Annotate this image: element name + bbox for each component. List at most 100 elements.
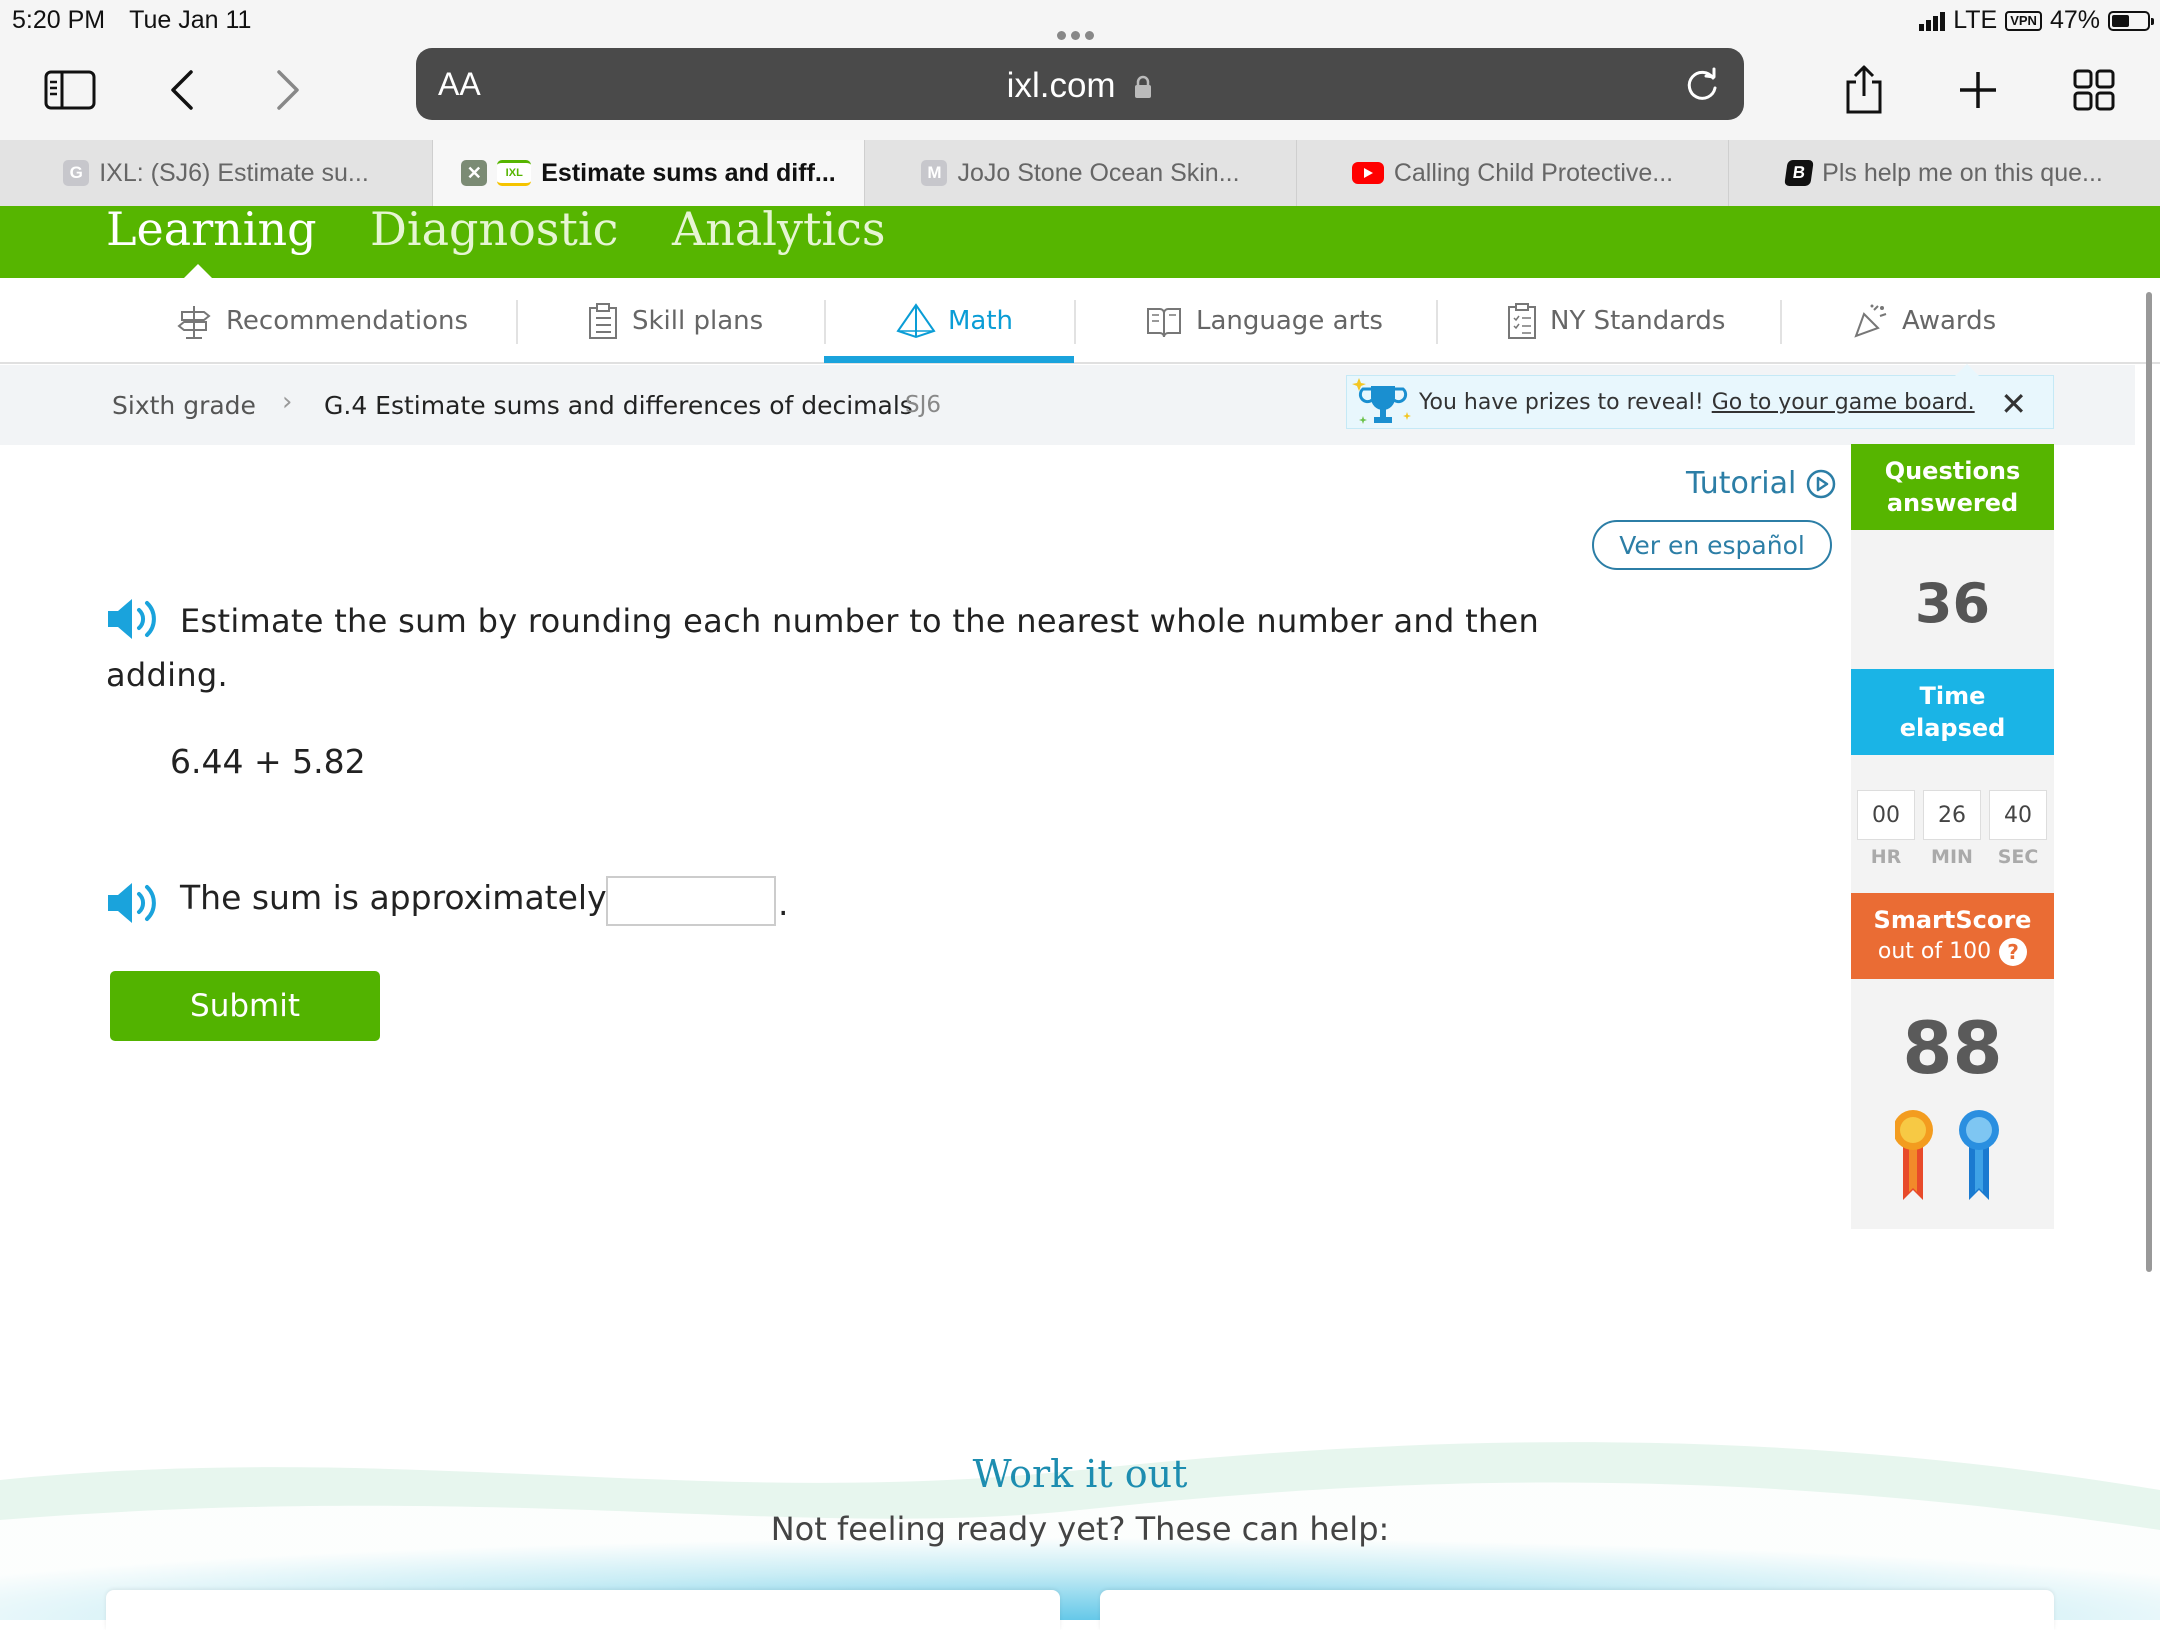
smartscore-header: SmartScore out of 100? bbox=[1851, 893, 2054, 979]
questions-answered-header: Questions answered bbox=[1851, 444, 2054, 530]
new-tab-icon[interactable] bbox=[1948, 60, 2008, 120]
tutorial-link[interactable]: Tutorial bbox=[1686, 466, 1836, 501]
browser-tab-ixl-estimate[interactable]: G IXL: (SJ6) Estimate su... bbox=[0, 140, 432, 206]
help-card-right[interactable] bbox=[1100, 1590, 2054, 1630]
trophy-icon bbox=[1352, 378, 1411, 424]
seconds-label: SEC bbox=[1997, 846, 2039, 868]
time-label: Time bbox=[1919, 682, 1986, 710]
page-scrollbar[interactable] bbox=[2146, 292, 2152, 1272]
tab-divider bbox=[516, 300, 518, 344]
ixl-favicon-icon: IXL bbox=[497, 160, 532, 186]
answer-input[interactable] bbox=[606, 876, 776, 926]
m-favicon-icon: M bbox=[921, 160, 948, 186]
spanish-button[interactable]: Ver en español bbox=[1592, 520, 1832, 570]
reload-icon[interactable] bbox=[1682, 64, 1722, 104]
skill-code: SJ6 bbox=[905, 392, 942, 418]
nav-learning[interactable]: Learning bbox=[106, 206, 317, 252]
game-board-link[interactable]: Go to your game board. bbox=[1712, 390, 1975, 415]
tab-overview-icon[interactable] bbox=[2064, 60, 2124, 120]
stats-sidebar: Questions answered 36 Time elapsed 00 26… bbox=[1851, 444, 2054, 1229]
google-favicon-icon: G bbox=[63, 160, 90, 186]
forward-icon[interactable] bbox=[258, 60, 318, 120]
questions-label: Questions bbox=[1884, 457, 2021, 485]
signpost-icon bbox=[177, 306, 211, 339]
answer-label: The sum is approximately bbox=[180, 878, 607, 917]
work-it-out-subtitle: Not feeling ready yet? These can help: bbox=[770, 1510, 1390, 1548]
close-tab-icon[interactable]: ✕ bbox=[461, 160, 488, 186]
battery-icon bbox=[2108, 10, 2154, 31]
questions-answered-value: 36 bbox=[1914, 572, 1991, 635]
lock-icon bbox=[1135, 75, 1152, 98]
time-hours: 00 bbox=[1857, 790, 1915, 840]
browser-tab-label: Calling Child Protective... bbox=[1393, 158, 1674, 187]
help-card-left[interactable] bbox=[106, 1590, 1060, 1630]
answer-period: . bbox=[778, 884, 789, 923]
tab-language-arts[interactable]: Language arts bbox=[1144, 278, 1383, 364]
tab-divider bbox=[1780, 300, 1782, 344]
url-text: ixl.com bbox=[1006, 66, 1116, 105]
answered-label: answered bbox=[1886, 489, 2019, 517]
speaker-icon[interactable] bbox=[106, 880, 162, 926]
smartscore-value: 88 bbox=[1902, 1006, 2003, 1090]
tab-awards[interactable]: Awards bbox=[1852, 278, 1996, 364]
browser-tab-label: JoJo Stone Ocean Skin... bbox=[957, 158, 1240, 187]
browser-tab-youtube[interactable]: Calling Child Protective... bbox=[1296, 140, 1728, 206]
tab-label: Skill plans bbox=[632, 306, 764, 336]
tab-skill-plans[interactable]: Skill plans bbox=[586, 278, 763, 364]
tab-label: Awards bbox=[1902, 306, 1997, 336]
tutorial-label: Tutorial bbox=[1686, 466, 1797, 501]
signal-icon bbox=[1919, 11, 1946, 31]
tab-recommendations[interactable]: Recommendations bbox=[176, 278, 468, 364]
status-bar: 5:20 PM Tue Jan 11 LTE VPN 47% bbox=[0, 0, 2160, 40]
elapsed-label: elapsed bbox=[1899, 714, 2006, 742]
browser-toolbar: AA ixl.com bbox=[0, 40, 2160, 140]
help-icon[interactable]: ? bbox=[1999, 938, 2028, 966]
tab-label: Recommendations bbox=[226, 306, 469, 336]
ixl-main-nav: Learning Diagnostic Analytics bbox=[0, 206, 2160, 278]
clipboard-icon bbox=[1508, 303, 1536, 339]
breadcrumb-chevron-icon: › bbox=[282, 387, 293, 417]
multitasking-dots-icon[interactable] bbox=[1057, 18, 1103, 40]
time-minutes: 26 bbox=[1923, 790, 1981, 840]
award-ribbons-icon bbox=[1895, 1110, 1999, 1200]
close-icon[interactable]: ✕ bbox=[2000, 385, 2027, 423]
share-icon[interactable] bbox=[1834, 60, 1894, 120]
play-circle-icon bbox=[1807, 469, 1836, 498]
time-seconds: 40 bbox=[1989, 790, 2047, 840]
prize-banner: You have prizes to reveal! Go to your ga… bbox=[1346, 364, 2054, 429]
battery-percent: 47% bbox=[2049, 6, 2100, 34]
tab-label: Language arts bbox=[1196, 306, 1383, 336]
tab-math[interactable]: Math bbox=[896, 278, 1013, 364]
submit-button[interactable]: Submit bbox=[110, 971, 380, 1041]
browser-tab-label: IXL: (SJ6) Estimate su... bbox=[99, 158, 369, 187]
breadcrumb-skill: G.4 Estimate sums and differences of dec… bbox=[324, 391, 913, 420]
question-prompt: Estimate the sum by rounding each number… bbox=[106, 602, 1540, 694]
hours-label: HR bbox=[1870, 846, 1902, 868]
smartscore-sub: out of 100 bbox=[1877, 939, 1992, 964]
back-icon[interactable] bbox=[152, 60, 212, 120]
b-favicon-icon: B bbox=[1784, 160, 1814, 186]
prize-text: You have prizes to reveal! bbox=[1419, 389, 1704, 415]
breadcrumb: Sixth grade › G.4 Estimate sums and diff… bbox=[0, 364, 2135, 445]
tab-label: NY Standards bbox=[1550, 306, 1726, 336]
tab-divider bbox=[824, 300, 826, 344]
tab-ny-standards[interactable]: NY Standards bbox=[1506, 278, 1725, 364]
browser-tab-label: Pls help me on this que... bbox=[1822, 158, 2103, 187]
active-tab-underline bbox=[824, 356, 1074, 363]
time-elapsed-header: Time elapsed bbox=[1851, 669, 2054, 755]
breadcrumb-grade[interactable]: Sixth grade bbox=[112, 391, 256, 420]
network-label: LTE bbox=[1953, 6, 1998, 34]
url-bar[interactable]: AA ixl.com bbox=[416, 48, 1744, 120]
sidebar-toggle-icon[interactable] bbox=[40, 60, 100, 120]
checklist-icon bbox=[589, 303, 617, 339]
browser-tab-label: Estimate sums and diff... bbox=[541, 158, 836, 187]
browser-tab-active[interactable]: ✕ IXL Estimate sums and diff... bbox=[432, 140, 864, 206]
pyramid-icon bbox=[896, 303, 936, 339]
nav-diagnostic[interactable]: Diagnostic bbox=[370, 206, 618, 252]
nav-analytics[interactable]: Analytics bbox=[672, 206, 886, 252]
browser-tab-brainly[interactable]: B Pls help me on this que... bbox=[1728, 140, 2160, 206]
work-it-out-title: Work it out bbox=[972, 1452, 1188, 1496]
browser-tab-jojo[interactable]: M JoJo Stone Ocean Skin... bbox=[864, 140, 1296, 206]
youtube-icon bbox=[1351, 162, 1384, 184]
tab-divider bbox=[1074, 300, 1076, 344]
